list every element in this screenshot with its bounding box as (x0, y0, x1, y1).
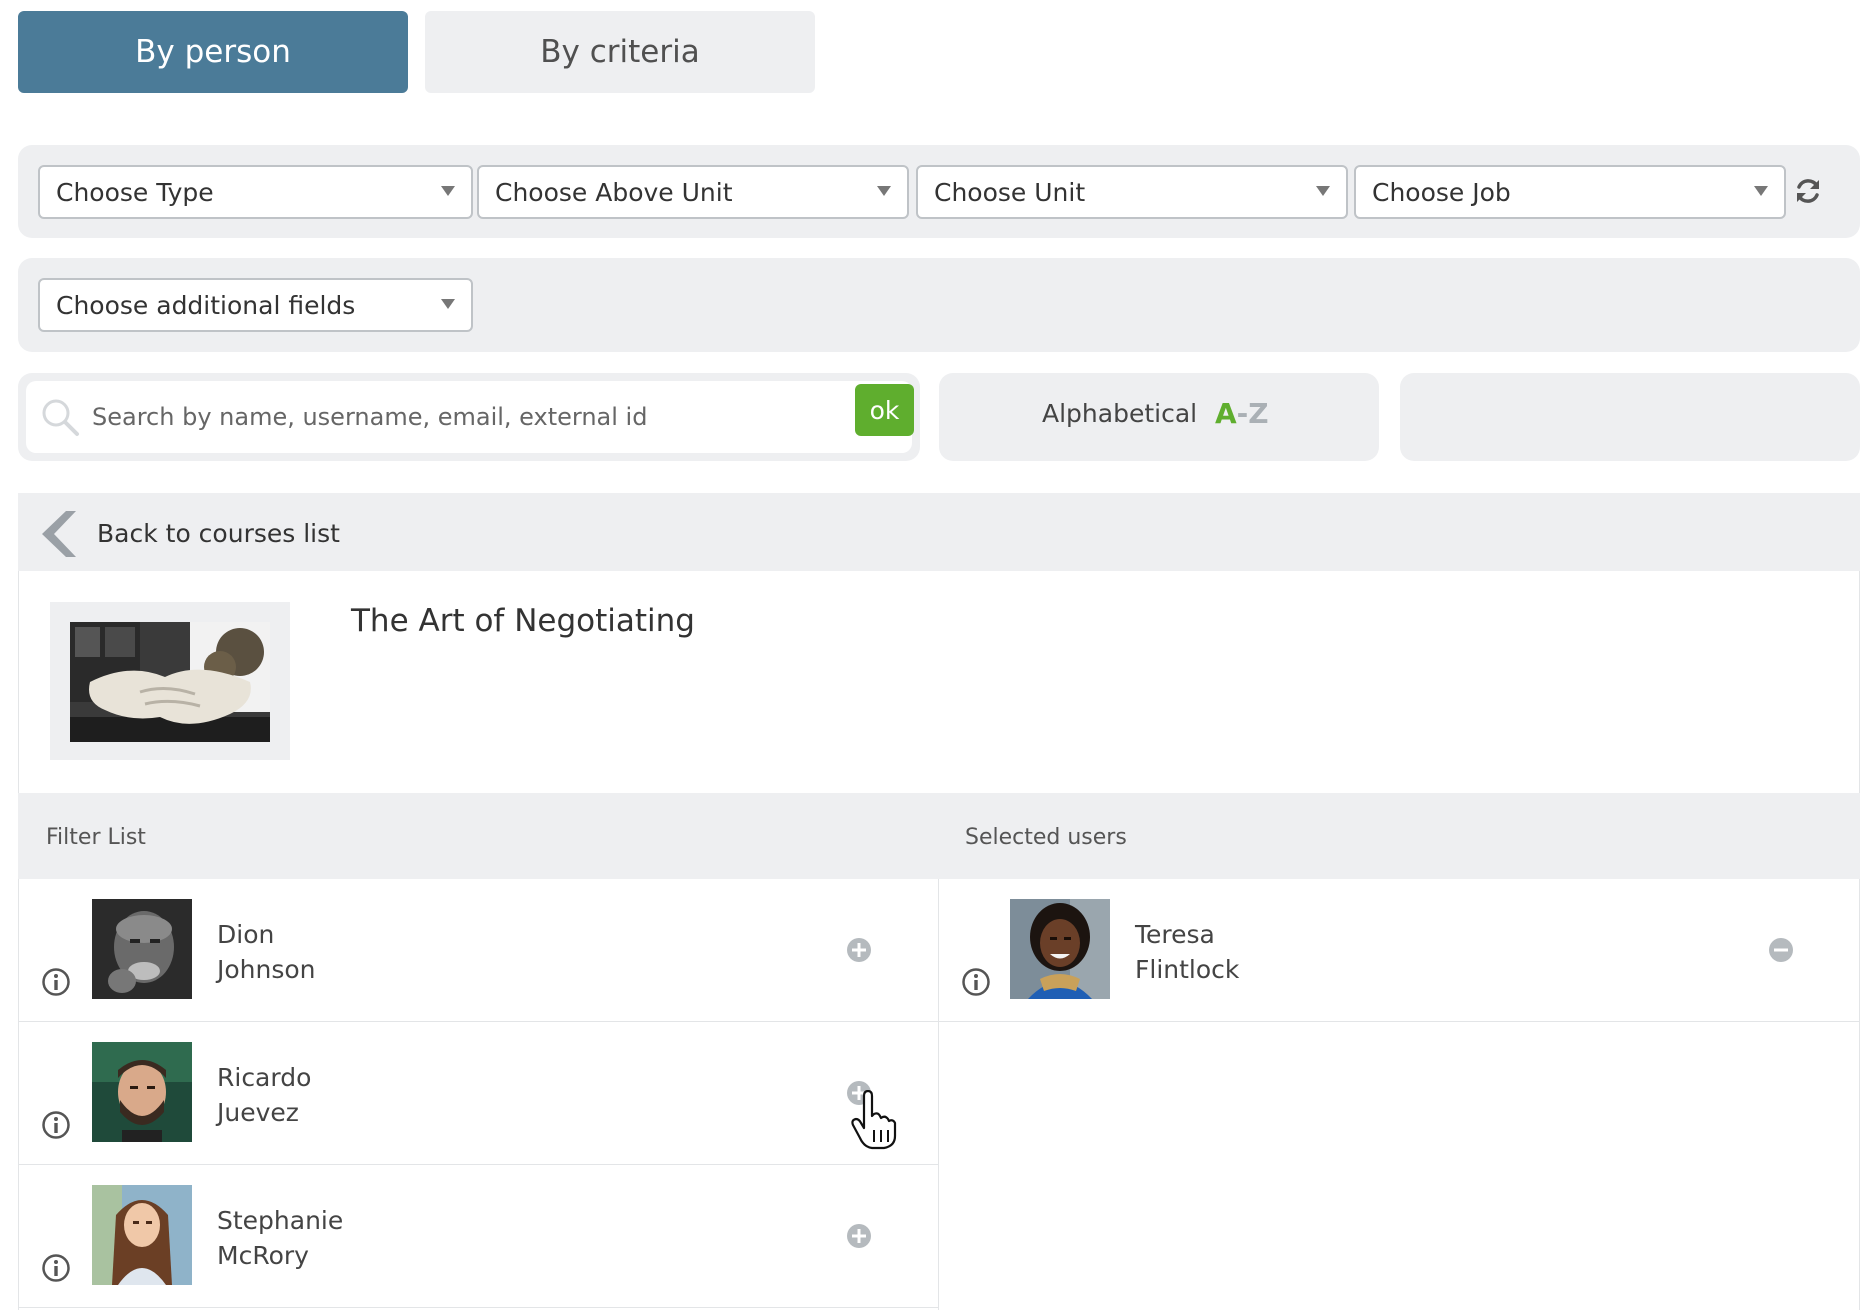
course-thumbnail (70, 622, 270, 742)
choose-type-label: Choose Type (56, 177, 214, 207)
caret-down-icon (1754, 186, 1768, 196)
hand-cursor-icon (851, 1090, 897, 1150)
choose-above-unit-label: Choose Above Unit (495, 177, 733, 207)
list-item: Ricardo Juevez (19, 1022, 938, 1165)
list-item: Teresa Flintlock (939, 879, 1859, 1022)
refresh-icon[interactable] (1793, 176, 1823, 206)
chevron-left-icon (42, 511, 76, 557)
choose-above-unit-select[interactable]: Choose Above Unit (477, 165, 909, 219)
search-box (26, 381, 912, 453)
list-item: Dion Johnson (19, 879, 938, 1022)
choose-additional-fields-select[interactable]: Choose additional fields (38, 278, 473, 332)
choose-unit-select[interactable]: Choose Unit (916, 165, 1348, 219)
back-to-courses-link[interactable]: Back to courses list (18, 493, 1860, 571)
search-input[interactable] (92, 397, 852, 437)
selected-users-list: Teresa Flintlock (939, 879, 1860, 1310)
avatar (1010, 899, 1110, 999)
tab-by-person[interactable]: By person (18, 11, 408, 93)
info-icon[interactable] (961, 967, 991, 997)
search-icon (42, 399, 79, 436)
sort-label: Alphabetical (1042, 399, 1198, 428)
choose-job-label: Choose Job (1372, 177, 1511, 207)
back-label: Back to courses list (97, 519, 340, 548)
sort-alphabetical-button[interactable]: Alphabetical A-Z (939, 373, 1379, 461)
course-thumbnail-frame (50, 602, 290, 760)
avatar (92, 1185, 192, 1285)
search-panel: ok (18, 373, 920, 461)
caret-down-icon (441, 186, 455, 196)
list-header: Filter List Selected users (18, 793, 1860, 879)
user-name: Ricardo Juevez (217, 1063, 312, 1127)
sort-az-icon: A-Z (1215, 397, 1269, 430)
info-icon[interactable] (41, 967, 71, 997)
caret-down-icon (877, 186, 891, 196)
course-header: The Art of Negotiating (18, 571, 1860, 793)
plus-circle-icon[interactable] (846, 937, 872, 963)
choose-job-select[interactable]: Choose Job (1354, 165, 1786, 219)
empty-panel (1400, 373, 1860, 461)
filter-list: Dion Johnson Ricardo Juevez Stephanie Mc… (18, 879, 939, 1310)
choose-unit-label: Choose Unit (934, 177, 1086, 207)
caret-down-icon (1316, 186, 1330, 196)
choose-type-select[interactable]: Choose Type (38, 165, 473, 219)
avatar (92, 899, 192, 999)
user-name: Teresa Flintlock (1135, 920, 1240, 984)
search-ok-button[interactable]: ok (855, 384, 914, 436)
user-name: Dion Johnson (217, 920, 316, 984)
info-icon[interactable] (41, 1110, 71, 1140)
avatar (92, 1042, 192, 1142)
list-item: Stephanie McRory (19, 1165, 938, 1308)
minus-circle-icon[interactable] (1768, 937, 1794, 963)
tab-by-criteria[interactable]: By criteria (425, 11, 815, 93)
course-title: The Art of Negotiating (351, 603, 695, 639)
caret-down-icon (441, 299, 455, 309)
filter-list-label: Filter List (46, 825, 146, 850)
choose-additional-fields-label: Choose additional fields (56, 290, 356, 320)
info-icon[interactable] (41, 1253, 71, 1283)
plus-circle-icon[interactable] (846, 1223, 872, 1249)
user-name: Stephanie McRory (217, 1206, 344, 1270)
selected-users-label: Selected users (965, 825, 1127, 850)
